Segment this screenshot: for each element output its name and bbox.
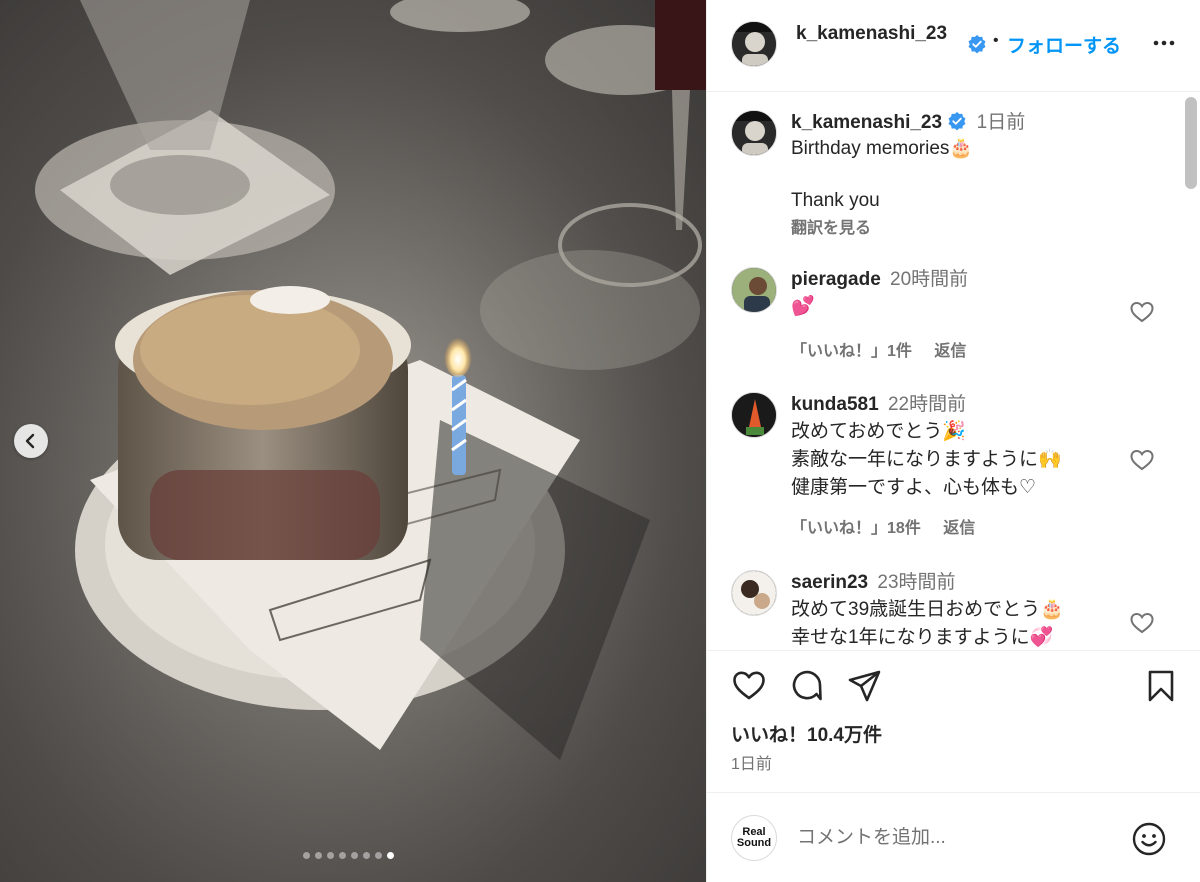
- carousel-dot: [339, 852, 346, 859]
- caption-time: 1日前: [976, 112, 1026, 133]
- caption-avatar-image: [732, 111, 776, 155]
- comment-time: 20時間前: [890, 269, 969, 290]
- comment-likes-link[interactable]: 「いいね！」1件: [791, 343, 912, 360]
- commenter-avatar[interactable]: [731, 570, 777, 616]
- share-send-icon[interactable]: [847, 668, 883, 704]
- cake-photo-scene: [0, 0, 706, 882]
- like-heart-icon[interactable]: [731, 668, 767, 704]
- carousel-dots: [303, 852, 394, 859]
- post-photo: [0, 0, 706, 882]
- comment-actions: 「いいね！」1件 返信: [791, 337, 1131, 361]
- comments-list[interactable]: k_kamenashi_23 1日前 Birthday memories🎂 Th…: [707, 93, 1200, 651]
- previous-slide-button[interactable]: [14, 424, 48, 458]
- header-separator: •: [993, 32, 999, 49]
- comment-body: kunda581 22時間前 改めておめでとう🎉 素敵な一年になりますように🙌 …: [791, 392, 1131, 538]
- commenter-avatar[interactable]: [731, 267, 777, 313]
- carousel-dot: [387, 852, 394, 859]
- emoji-smiley-icon[interactable]: [1131, 821, 1167, 857]
- chevron-left-icon: [25, 433, 35, 449]
- post-date: 1日前: [731, 756, 772, 773]
- commenter-avatar-image: [732, 571, 776, 615]
- comment-text: 💕: [791, 296, 815, 317]
- comment-actions: 「いいね！」18件 返信: [791, 514, 1131, 538]
- follow-button[interactable]: フォローする: [1007, 31, 1121, 58]
- comment-like-heart-icon[interactable]: [1129, 299, 1155, 325]
- comments-scrollbar[interactable]: [1185, 97, 1197, 645]
- author-avatar[interactable]: [731, 21, 777, 67]
- current-user-avatar: Real Sound: [731, 815, 777, 861]
- caption-body: k_kamenashi_23 1日前 Birthday memories🎂 Th…: [791, 110, 1131, 238]
- author-username[interactable]: k_kamenashi_23: [796, 21, 956, 47]
- comment-like-heart-icon[interactable]: [1129, 610, 1155, 636]
- carousel-dot: [303, 852, 310, 859]
- carousel-dot: [375, 852, 382, 859]
- comment-username[interactable]: saerin23: [791, 572, 868, 593]
- comment-time: 23時間前: [877, 572, 956, 593]
- author-avatar-image: [732, 22, 776, 66]
- translate-link[interactable]: 翻訳を見る: [791, 214, 1131, 238]
- verified-badge-icon: [968, 35, 986, 54]
- comment-text: 改めておめでとう🎉 素敵な一年になりますように🙌 健康第一ですよ、心も体も♡: [791, 421, 1062, 498]
- caption-username[interactable]: k_kamenashi_23: [791, 112, 942, 133]
- verified-badge-icon: [948, 112, 966, 131]
- comment-input[interactable]: [797, 823, 1117, 853]
- real-sound-logo-line2: Sound: [736, 837, 772, 849]
- post-side-panel: k_kamenashi_23 • フォローする k_kamenashi_23 1…: [706, 0, 1200, 882]
- scrollbar-thumb[interactable]: [1185, 97, 1197, 189]
- carousel-dot: [363, 852, 370, 859]
- comment-body: saerin23 23時間前 改めて39歳誕生日おめでとう🎂 幸せな1年になりま…: [791, 570, 1131, 650]
- comment-username[interactable]: kunda581: [791, 394, 879, 415]
- likes-count[interactable]: いいね！10.4万件: [731, 720, 882, 747]
- comment-head: pieragade 20時間前: [791, 267, 1131, 293]
- carousel-dot: [327, 852, 334, 859]
- carousel-dot: [315, 852, 322, 859]
- comment-body: pieragade 20時間前 💕 「いいね！」1件 返信: [791, 267, 1131, 361]
- commenter-avatar-image: [732, 393, 776, 437]
- comment-composer: Real Sound: [707, 792, 1200, 882]
- more-options-icon[interactable]: [1151, 30, 1177, 56]
- comment-bubble-icon[interactable]: [789, 668, 825, 704]
- comment-reply-button[interactable]: 返信: [943, 520, 975, 537]
- commenter-avatar-image: [732, 268, 776, 312]
- comment-head: saerin23 23時間前: [791, 570, 1131, 596]
- comment-time: 22時間前: [887, 394, 967, 415]
- post-header: k_kamenashi_23 • フォローする: [707, 0, 1200, 92]
- carousel-dot: [351, 852, 358, 859]
- post-actions-bar: [707, 668, 1200, 708]
- comment-reply-button[interactable]: 返信: [934, 343, 966, 360]
- caption-avatar[interactable]: [731, 110, 777, 156]
- caption-text: Birthday memories🎂 Thank you: [791, 138, 974, 211]
- comment-like-heart-icon[interactable]: [1129, 447, 1155, 473]
- comment-head: kunda581 22時間前: [791, 392, 1131, 418]
- comment-text: 改めて39歳誕生日おめでとう🎂 幸せな1年になりますように💞: [791, 599, 1064, 648]
- save-bookmark-icon[interactable]: [1143, 668, 1179, 704]
- caption-head: k_kamenashi_23 1日前: [791, 110, 1131, 136]
- comment-username[interactable]: pieragade: [791, 269, 881, 290]
- comment-likes-link[interactable]: 「いいね！」18件: [791, 520, 921, 537]
- commenter-avatar[interactable]: [731, 392, 777, 438]
